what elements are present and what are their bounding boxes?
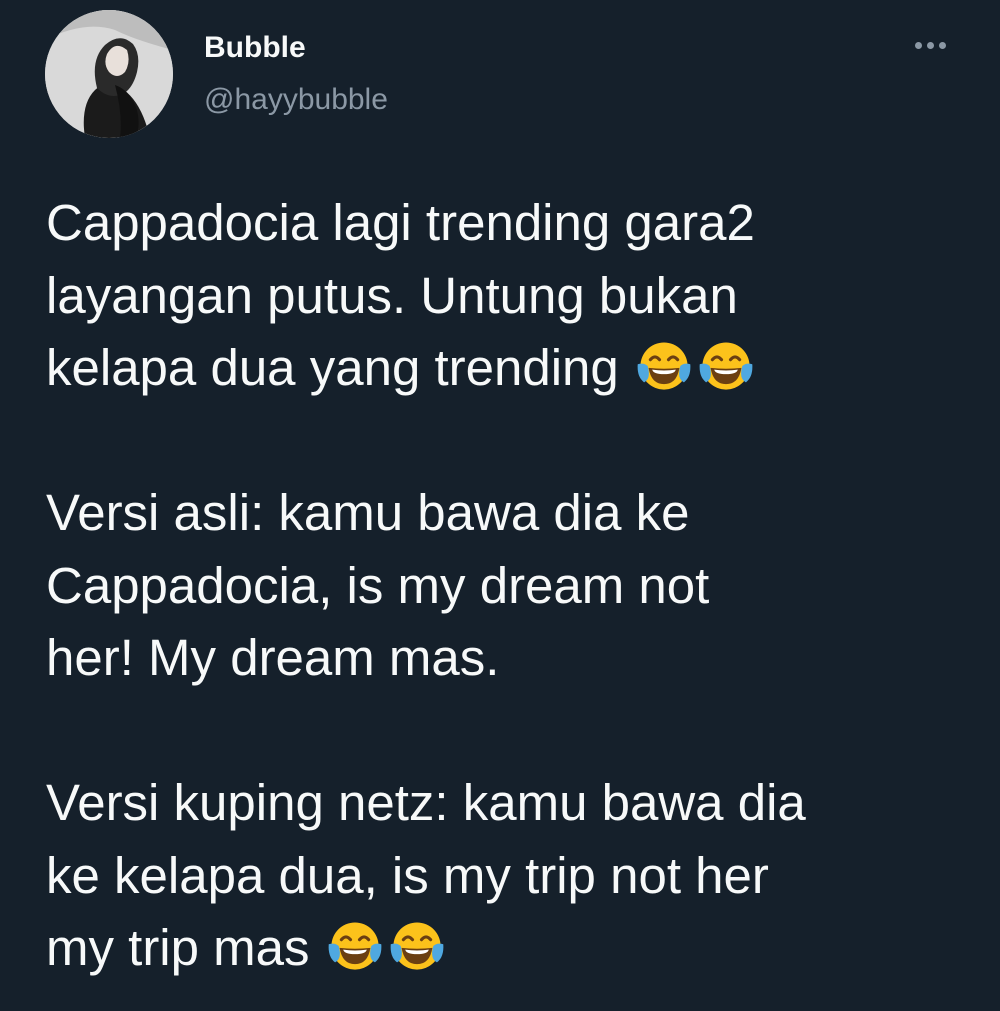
face-with-tears-of-joy-icon bbox=[697, 337, 755, 395]
face-with-tears-of-joy-icon bbox=[388, 917, 446, 975]
emoji-group bbox=[310, 919, 446, 976]
tweet: Bubble @hayybubble Cappadocia lagi trend… bbox=[0, 0, 1000, 1011]
emoji-group bbox=[619, 339, 755, 396]
display-name[interactable]: Bubble bbox=[204, 30, 306, 66]
face-with-tears-of-joy-icon bbox=[326, 917, 384, 975]
more-options-icon-dot bbox=[938, 41, 946, 49]
user-handle[interactable]: @hayybubble bbox=[204, 82, 388, 118]
profile-photo-icon bbox=[45, 10, 173, 138]
face-with-tears-of-joy-icon bbox=[635, 337, 693, 395]
tweet-paragraph: Versi kuping netz: kamu bawa dia ke kela… bbox=[46, 767, 986, 985]
tweet-paragraph: Cappadocia lagi trending gara2 layangan … bbox=[46, 187, 986, 405]
more-options-button[interactable] bbox=[904, 30, 956, 60]
more-options-icon-dot bbox=[926, 41, 934, 49]
tweet-paragraph: Versi asli: kamu bawa dia ke Cappadocia,… bbox=[46, 477, 986, 695]
tweet-paragraph-text: Versi asli: kamu bawa dia ke Cappadocia,… bbox=[46, 484, 710, 686]
tweet-text: Cappadocia lagi trending gara2 layangan … bbox=[46, 187, 986, 985]
more-options-icon bbox=[914, 41, 922, 49]
avatar[interactable] bbox=[45, 10, 173, 138]
